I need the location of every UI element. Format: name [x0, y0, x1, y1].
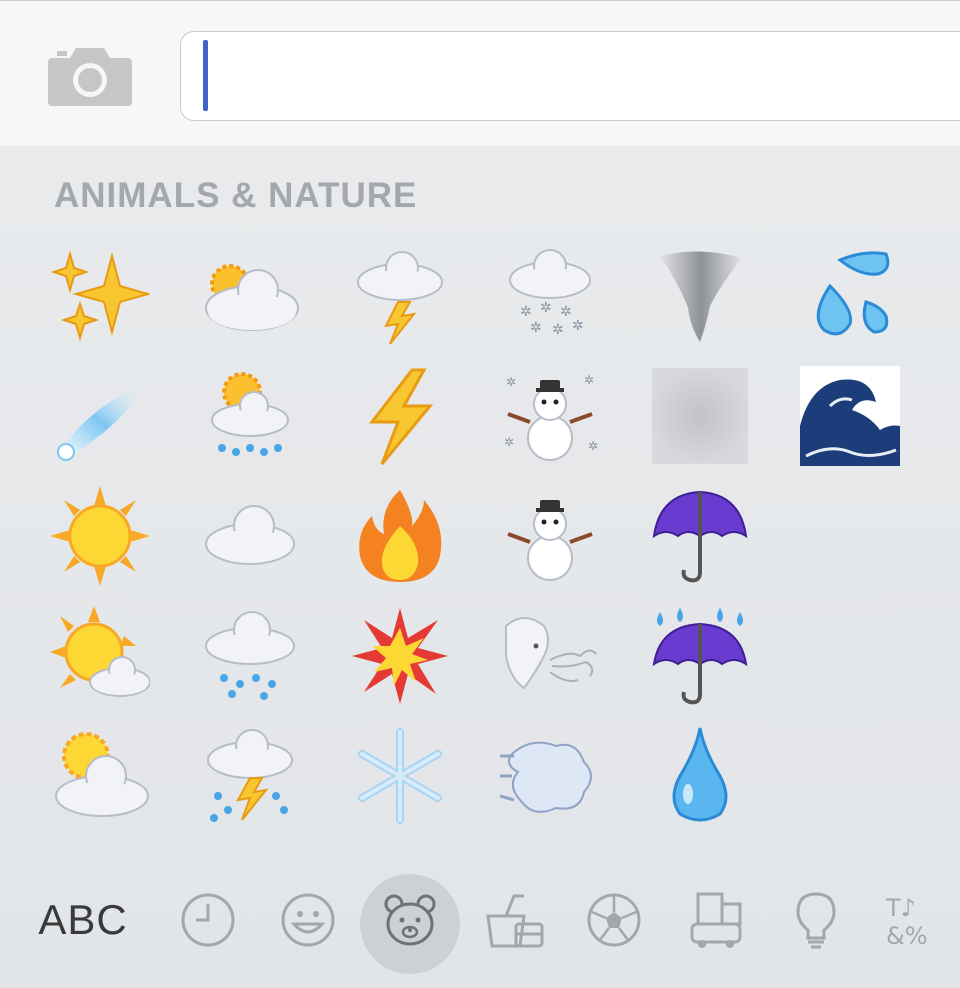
fire-emoji[interactable] [325, 476, 475, 596]
svg-text:✲: ✲ [540, 299, 552, 315]
cloud-with-snow-emoji[interactable]: ✲ ✲ ✲ ✲ ✲ ✲ [475, 236, 625, 356]
sun-behind-cloud-emoji[interactable] [25, 596, 175, 716]
snowman-without-snow-emoji[interactable] [475, 476, 625, 596]
svg-text:✲: ✲ [506, 375, 516, 389]
category-bar: ABC T♪ &% [0, 870, 960, 988]
symbols-icon[interactable]: T♪ &% [884, 870, 944, 970]
umbrella-emoji[interactable] [625, 476, 775, 596]
message-bar [0, 0, 960, 147]
smiley-icon[interactable] [278, 870, 338, 970]
cloud-with-lightning-and-rain-emoji[interactable] [175, 716, 325, 836]
soccer-ball-icon[interactable] [584, 870, 644, 970]
water-wave-emoji[interactable] [775, 356, 925, 476]
snowflake-emoji[interactable] [325, 716, 475, 836]
sun-emoji[interactable] [25, 476, 175, 596]
sun-behind-rain-cloud-emoji[interactable] [175, 356, 325, 476]
svg-text:✲: ✲ [530, 319, 542, 335]
abc-button[interactable]: ABC [28, 870, 138, 970]
sun-behind-large-cloud-emoji[interactable] [25, 716, 175, 836]
section-title: ANIMALS & NATURE [54, 176, 418, 215]
svg-text:✲: ✲ [588, 439, 598, 453]
tornado-emoji[interactable] [625, 236, 775, 356]
high-voltage-emoji[interactable] [325, 356, 475, 476]
text-caret [203, 40, 208, 111]
food-icon[interactable] [484, 870, 544, 970]
snowman-emoji[interactable]: ✲ ✲ ✲ ✲ [475, 356, 625, 476]
dashing-away-emoji[interactable] [475, 716, 625, 836]
svg-text:&%: &% [886, 922, 928, 950]
cloud-with-rain-emoji[interactable] [175, 596, 325, 716]
cloud-emoji[interactable] [175, 476, 325, 596]
bear-icon[interactable] [380, 870, 440, 970]
camera-icon[interactable] [48, 44, 132, 106]
wind-face-emoji[interactable] [475, 596, 625, 716]
lightbulb-icon[interactable] [786, 870, 846, 970]
svg-text:✲: ✲ [520, 303, 532, 319]
svg-text:✲: ✲ [504, 435, 514, 449]
city-icon[interactable] [686, 870, 746, 970]
sun-behind-small-cloud-emoji[interactable] [175, 236, 325, 356]
svg-text:✲: ✲ [552, 321, 564, 337]
sweat-droplets-emoji[interactable] [775, 236, 925, 356]
clock-icon[interactable] [178, 870, 238, 970]
emoji-keyboard: ANIMALS & NATURE ✲ ✲ ✲ ✲ ✲ ✲ ✲ ✲ ✲ ✲ ABC… [0, 146, 960, 988]
collision-emoji[interactable] [325, 596, 475, 716]
comet-emoji[interactable] [25, 356, 175, 476]
svg-text:T♪: T♪ [885, 894, 916, 922]
cloud-with-lightning-emoji[interactable] [325, 236, 475, 356]
sparkles-emoji[interactable] [25, 236, 175, 356]
fog-emoji[interactable] [625, 356, 775, 476]
svg-text:✲: ✲ [572, 317, 584, 333]
svg-text:✲: ✲ [560, 303, 572, 319]
emoji-grid: ✲ ✲ ✲ ✲ ✲ ✲ ✲ ✲ ✲ ✲ [0, 236, 960, 846]
droplet-emoji[interactable] [625, 716, 775, 836]
svg-text:✲: ✲ [584, 373, 594, 387]
message-input[interactable] [180, 31, 960, 121]
umbrella-with-rain-drops-emoji[interactable] [625, 596, 775, 716]
